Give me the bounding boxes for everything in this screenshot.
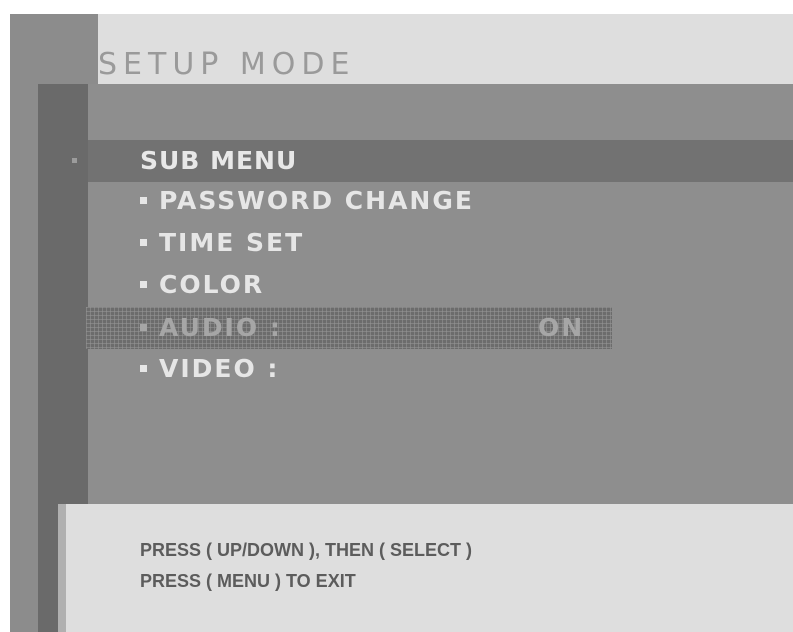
- footer-divider: [58, 504, 66, 632]
- bullet-icon: [140, 196, 147, 204]
- menu-item-label: AUDIO :: [159, 313, 282, 342]
- bullet-icon: [140, 323, 147, 331]
- menu-item-label: VIDEO :: [159, 354, 280, 383]
- menu-item-label: PASSWORD CHANGE: [159, 186, 474, 215]
- help-text-exit: PRESS ( MENU ) TO EXIT: [140, 571, 356, 591]
- bullet-icon: [140, 364, 147, 372]
- help-text-navigate: PRESS ( UP/DOWN ), THEN ( SELECT ): [140, 540, 473, 560]
- page-title: SETUP MODE: [98, 47, 356, 82]
- menu-item-audio: AUDIO :: [140, 311, 282, 345]
- submenu-marker-icon: [72, 158, 77, 163]
- menu-item-label: COLOR: [159, 270, 265, 299]
- menu-item-password-change[interactable]: PASSWORD CHANGE: [140, 184, 474, 218]
- menu-item-color[interactable]: COLOR: [140, 268, 264, 302]
- submenu-title: SUB MENU: [140, 146, 298, 175]
- audio-value: ON: [538, 313, 585, 342]
- menu-item-label: TIME SET: [159, 228, 305, 257]
- menu-item-time-set[interactable]: TIME SET: [140, 226, 304, 260]
- footer-panel: [66, 504, 793, 632]
- bullet-icon: [140, 238, 147, 246]
- menu-item-audio-selected[interactable]: AUDIO : ON: [86, 307, 612, 349]
- menu-item-video[interactable]: VIDEO :: [140, 352, 279, 386]
- bullet-icon: [140, 280, 147, 288]
